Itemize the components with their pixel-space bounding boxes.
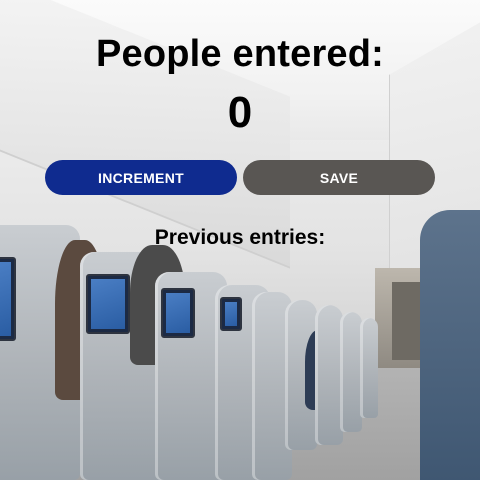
save-button[interactable]: SAVE (243, 160, 435, 195)
page-title: People entered: (95, 33, 385, 75)
counter-app: People entered: 0 INCREMENT SAVE Previou… (0, 0, 480, 480)
previous-entries-heading: Previous entries: (154, 226, 326, 249)
people-count: 0 (227, 88, 253, 137)
increment-button[interactable]: INCREMENT (45, 160, 237, 195)
